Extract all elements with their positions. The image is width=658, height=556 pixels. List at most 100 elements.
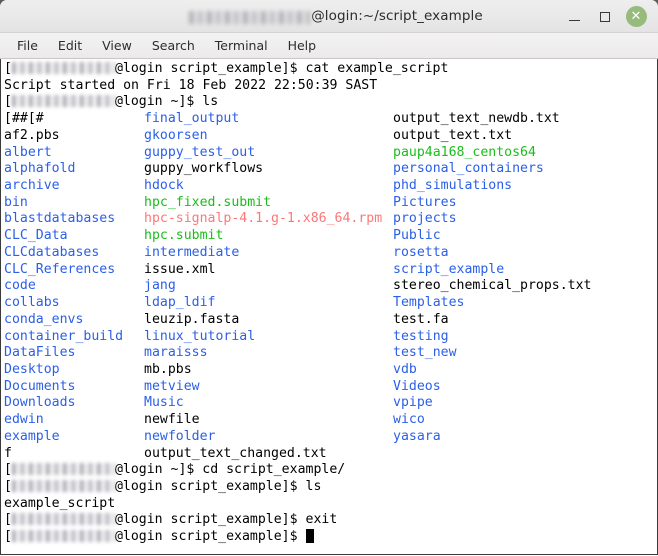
ls-entry: archive <box>4 178 60 194</box>
maximize-icon <box>600 11 610 22</box>
terminal-line-ls-dir-output: example_script <box>4 496 657 513</box>
ls-entry: test_new <box>393 345 457 361</box>
ls-entry: phd_simulations <box>393 178 513 194</box>
ls-entry: test.fa <box>393 311 449 327</box>
ls-entry: testing <box>393 328 449 344</box>
ls-entry: mb.pbs <box>144 361 192 377</box>
ls-entry: f <box>4 445 12 461</box>
menu-item-help[interactable]: Help <box>279 35 326 56</box>
ls-row: bin hpc_fixed.submit Pictures <box>4 195 657 212</box>
ls-entry: alphafold <box>4 161 76 177</box>
menu-item-edit[interactable]: Edit <box>49 35 91 56</box>
ls-output-listing: [##[# final_output output_text_newdb.txt af… <box>4 111 657 462</box>
menu-item-view[interactable]: View <box>93 35 141 56</box>
terminal-text: @login script_example]$ cat example_scri… <box>114 61 449 76</box>
redacted-username <box>11 530 115 543</box>
redacted-username <box>11 62 115 74</box>
redacted-username <box>11 463 115 476</box>
ls-row: CLCdatabases intermediate rosetta <box>4 245 657 262</box>
ls-entry: rosetta <box>393 244 449 260</box>
close-icon: ✕ <box>625 6 647 27</box>
text-cursor <box>305 529 314 544</box>
ls-entry: paup4a168_centos64 <box>393 144 536 160</box>
ls-entry: jang <box>144 278 176 294</box>
ls-entry: Music <box>144 395 184 411</box>
ls-entry: Pictures <box>393 194 457 210</box>
menu-item-file[interactable]: File <box>8 35 47 56</box>
ls-row: Downloads Music vpipe <box>4 395 657 412</box>
terminal-line-prompt-final: [@login script_example]$ <box>4 529 657 546</box>
ls-entry: CLC_References <box>4 261 116 277</box>
ls-entry: Desktop <box>4 361 60 377</box>
ls-row: [##[# final_output output_text_newdb.txt <box>4 111 657 128</box>
ls-entry: Templates <box>393 295 465 311</box>
terminal-output-area[interactable]: [@login script_example]$ cat example_scr… <box>0 59 658 555</box>
redacted-username <box>189 10 312 24</box>
ls-entry: [##[# <box>4 111 44 127</box>
ls-entry: gkoorsen <box>144 127 208 143</box>
ls-entry: container_build <box>4 328 124 344</box>
ls-entry: script_example <box>393 261 505 277</box>
ls-row: albert guppy_test_out paup4a168_centos64 <box>4 145 657 162</box>
redacted-username <box>11 95 115 108</box>
ls-entry: output_text.txt <box>393 127 513 143</box>
ls-entry: blastdatabases <box>4 211 116 227</box>
minimize-button[interactable] <box>559 3 589 31</box>
ls-entry: newfolder <box>144 428 216 444</box>
terminal-text: @login script_example]$ ls <box>114 478 322 494</box>
ls-row: conda_envs leuzip.fasta test.fa <box>4 312 657 329</box>
menu-item-search[interactable]: Search <box>143 35 204 56</box>
ls-entry: maraisss <box>144 345 208 361</box>
terminal-line-script-started: Script started on Fri 18 Feb 2022 22:50:… <box>4 78 657 95</box>
close-button[interactable]: ✕ <box>621 3 651 31</box>
ls-entry: CLCdatabases <box>4 244 100 260</box>
terminal-text: example_script <box>4 495 116 511</box>
ls-row: f output_text_changed.txt <box>4 446 657 463</box>
ls-entry: af2.pbs <box>4 127 60 143</box>
terminal-text: @login script_example]$ exit <box>114 512 338 528</box>
ls-row: example newfolder yasara <box>4 429 657 446</box>
ls-entry: code <box>4 278 36 294</box>
terminal-text: Script started on Fri 18 Feb 2022 22:50:… <box>4 77 378 93</box>
menu-item-terminal[interactable]: Terminal <box>206 35 277 56</box>
ls-entry: hdock <box>144 178 184 194</box>
ls-entry: linux_tutorial <box>144 328 256 344</box>
ls-entry: CLC_Data <box>4 228 68 244</box>
ls-entry: DataFiles <box>4 345 76 361</box>
ls-row: collabs ldap_ldif Templates <box>4 295 657 312</box>
terminal-window: @login:~/script_example ✕ File Edit View… <box>0 0 658 556</box>
terminal-text: @login script_example]$ <box>114 529 306 545</box>
ls-entry: Public <box>393 228 441 244</box>
ls-entry: intermediate <box>144 244 240 260</box>
window-title-suffix: @login:~/script_example <box>311 8 483 24</box>
ls-entry: ldap_ldif <box>144 295 216 311</box>
ls-entry: stereo_chemical_props.txt <box>393 278 592 294</box>
window-titlebar[interactable]: @login:~/script_example ✕ <box>0 0 658 33</box>
terminal-text: @login ~]$ cd script_example/ <box>114 462 346 478</box>
window-title: @login:~/script_example <box>175 8 483 24</box>
ls-entry: Documents <box>4 378 76 394</box>
terminal-line-prompt-cat: [@login script_example]$ cat example_scr… <box>4 61 449 76</box>
maximize-button[interactable] <box>590 3 620 31</box>
ls-entry: example <box>4 428 60 444</box>
ls-entry: Downloads <box>4 395 76 411</box>
minimize-icon <box>568 19 580 22</box>
ls-entry: vpipe <box>393 395 433 411</box>
ls-row: DataFiles maraisss test_new <box>4 345 657 362</box>
terminal-line-prompt-ls-dir: [@login script_example]$ ls <box>4 478 322 494</box>
ls-row: edwin newfile wico <box>4 412 657 429</box>
ls-entry: output_text_changed.txt <box>144 445 327 461</box>
ls-entry: issue.xml <box>144 261 216 277</box>
ls-row: archive hdock phd_simulations <box>4 178 657 195</box>
ls-entry: projects <box>393 211 457 227</box>
terminal-line-prompt-ls-home: [@login ~]$ ls <box>4 94 219 110</box>
ls-entry: metview <box>144 378 200 394</box>
ls-row: alphafold guppy_workflows personal_contain… <box>4 161 657 178</box>
ls-row: blastdatabases hpc-signalp-4.1.g-1.x86_64… <box>4 211 657 228</box>
terminal-text: @login ~]$ ls <box>114 94 219 110</box>
ls-entry: hpc_fixed.submit <box>144 194 272 210</box>
ls-entry: final_output <box>144 111 240 127</box>
ls-entry: conda_envs <box>4 311 84 327</box>
ls-entry: guppy_workflows <box>144 161 264 177</box>
redacted-username <box>11 513 115 526</box>
